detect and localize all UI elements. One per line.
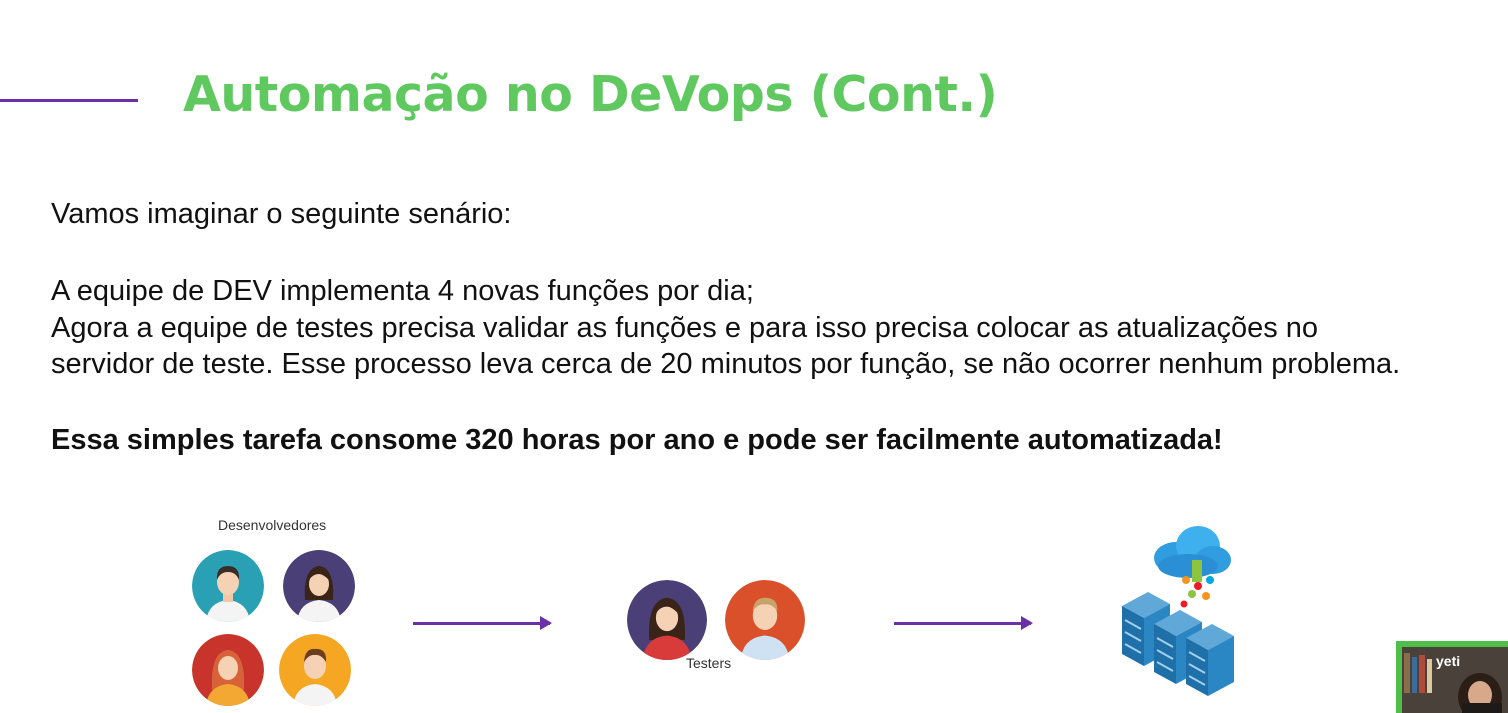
- flow-arrow-2: [894, 616, 1033, 630]
- flow-arrow-1: [413, 616, 552, 630]
- webcam-overlay: yeti: [1396, 641, 1508, 713]
- developer-avatar-4: [279, 634, 351, 706]
- tester-avatar-2: [725, 580, 805, 660]
- developer-avatar-1: [192, 550, 264, 622]
- body-line-3: servidor de teste. Esse processo leva ce…: [51, 348, 1401, 380]
- developer-avatar-3: [192, 634, 264, 706]
- slide-title: Automação no DeVops (Cont.): [183, 66, 998, 123]
- body-line-2: Agora a equipe de testes precisa validar…: [51, 312, 1319, 344]
- intro-text: Vamos imaginar o seguinte senário:: [51, 198, 512, 230]
- title-accent-line: [0, 99, 138, 102]
- conclusion-text: Essa simples tarefa consome 320 horas po…: [51, 424, 1223, 456]
- tester-avatar-1: [627, 580, 707, 660]
- developers-label: Desenvolvedores: [218, 517, 327, 533]
- testers-label: Testers: [686, 655, 732, 671]
- webcam-label: yeti: [1436, 653, 1461, 669]
- body-line-1: A equipe de DEV implementa 4 novas funçõ…: [51, 275, 754, 307]
- developer-avatar-2: [283, 550, 355, 622]
- cloud-server-icon: [1118, 520, 1243, 698]
